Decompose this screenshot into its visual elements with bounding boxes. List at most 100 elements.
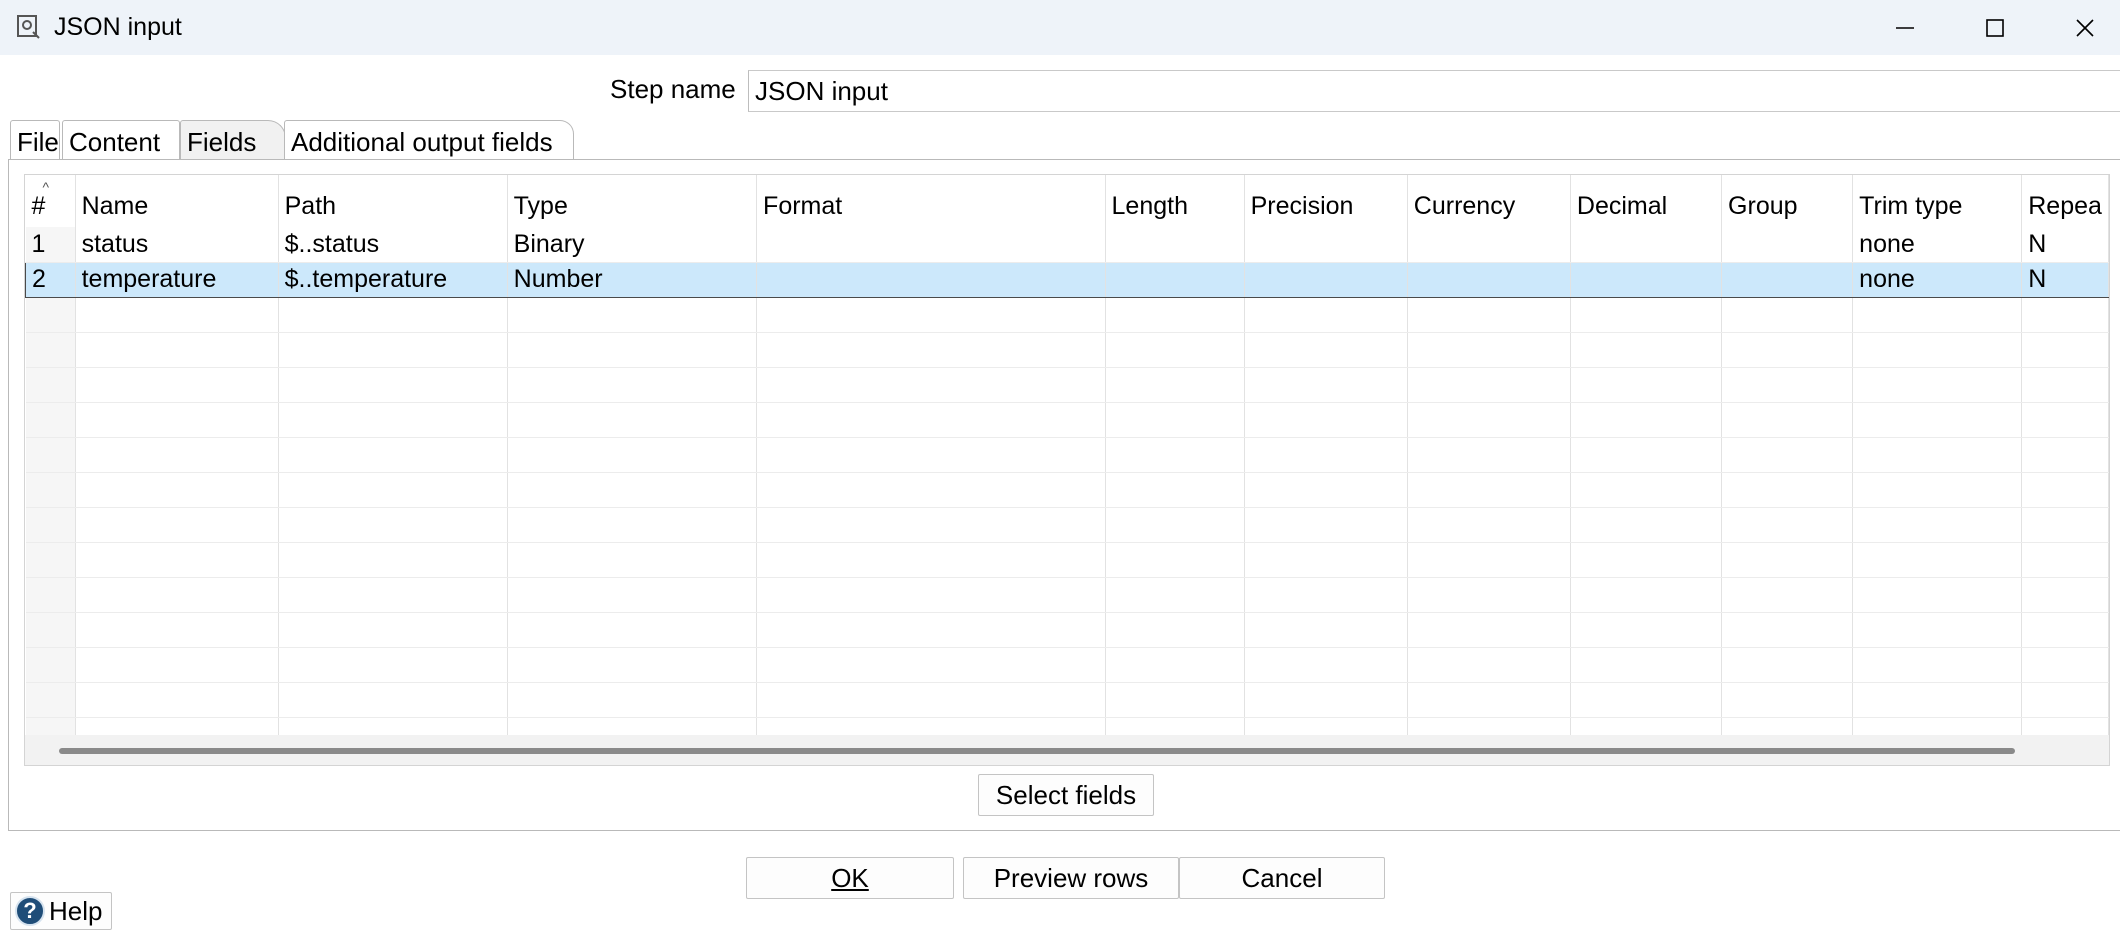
empty-cell[interactable] (1407, 507, 1571, 543)
empty-cell[interactable] (756, 507, 1106, 543)
empty-cell[interactable] (1570, 332, 1723, 368)
empty-cell[interactable] (1570, 647, 1723, 683)
empty-cell[interactable] (1105, 682, 1245, 718)
empty-cell[interactable] (2021, 472, 2109, 508)
tab-content[interactable]: Content (62, 120, 180, 160)
cell-format[interactable] (756, 261, 1106, 298)
empty-cell[interactable] (278, 682, 508, 718)
empty-table-row[interactable] (25, 682, 2109, 718)
empty-cell[interactable] (25, 332, 76, 368)
preview-rows-button[interactable]: Preview rows (963, 857, 1179, 899)
empty-cell[interactable] (1244, 647, 1408, 683)
scrollbar-thumb[interactable] (59, 748, 2015, 754)
empty-cell[interactable] (507, 577, 758, 613)
empty-cell[interactable] (75, 402, 279, 438)
empty-cell[interactable] (1244, 507, 1408, 543)
empty-cell[interactable] (1570, 367, 1723, 403)
empty-cell[interactable] (756, 297, 1106, 333)
empty-cell[interactable] (1852, 682, 2023, 718)
empty-cell[interactable] (1105, 647, 1245, 683)
empty-cell[interactable] (507, 437, 758, 473)
empty-cell[interactable] (1852, 542, 2023, 578)
empty-cell[interactable] (756, 647, 1106, 683)
empty-cell[interactable] (278, 577, 508, 613)
empty-cell[interactable] (1570, 297, 1723, 333)
empty-cell[interactable] (1852, 297, 2023, 333)
empty-table-row[interactable] (25, 332, 2109, 368)
empty-cell[interactable] (278, 297, 508, 333)
empty-cell[interactable] (75, 682, 279, 718)
empty-table-row[interactable] (25, 402, 2109, 438)
empty-table-row[interactable] (25, 647, 2109, 683)
empty-cell[interactable] (1407, 682, 1571, 718)
empty-cell[interactable] (507, 507, 758, 543)
empty-cell[interactable] (75, 542, 279, 578)
minimize-button[interactable] (1860, 0, 1950, 55)
empty-cell[interactable] (278, 507, 508, 543)
cell-group[interactable] (1721, 227, 1854, 263)
empty-cell[interactable] (2021, 507, 2109, 543)
empty-cell[interactable] (507, 332, 758, 368)
empty-cell[interactable] (2021, 542, 2109, 578)
empty-table-row[interactable] (25, 577, 2109, 613)
empty-cell[interactable] (1852, 332, 2023, 368)
empty-cell[interactable] (756, 577, 1106, 613)
column-header-name[interactable]: Name (75, 175, 279, 227)
cell-type[interactable]: Number (507, 261, 758, 298)
empty-cell[interactable] (278, 542, 508, 578)
empty-cell[interactable] (1407, 332, 1571, 368)
empty-cell[interactable] (1105, 542, 1245, 578)
maximize-button[interactable] (1950, 0, 2040, 55)
empty-cell[interactable] (75, 297, 279, 333)
empty-cell[interactable] (1570, 402, 1723, 438)
empty-cell[interactable] (1105, 367, 1245, 403)
empty-cell[interactable] (507, 402, 758, 438)
empty-cell[interactable] (1105, 437, 1245, 473)
empty-cell[interactable] (1105, 332, 1245, 368)
empty-cell[interactable] (25, 612, 76, 648)
column-header-number[interactable]: ^ # (25, 175, 76, 227)
empty-cell[interactable] (507, 542, 758, 578)
cell-format[interactable] (756, 227, 1106, 263)
empty-cell[interactable] (2021, 402, 2109, 438)
empty-cell[interactable] (1244, 682, 1408, 718)
empty-cell[interactable] (1721, 402, 1854, 438)
empty-cell[interactable] (1852, 367, 2023, 403)
cell-name[interactable]: status (75, 227, 279, 263)
empty-cell[interactable] (25, 577, 76, 613)
column-header-format[interactable]: Format (756, 175, 1106, 227)
empty-table-row[interactable] (25, 612, 2109, 648)
horizontal-scrollbar[interactable] (25, 735, 2109, 765)
step-name-input[interactable] (748, 70, 2120, 112)
empty-cell[interactable] (756, 682, 1106, 718)
empty-cell[interactable] (25, 647, 76, 683)
empty-cell[interactable] (1407, 437, 1571, 473)
column-header-length[interactable]: Length (1105, 175, 1245, 227)
empty-cell[interactable] (25, 682, 76, 718)
empty-cell[interactable] (75, 437, 279, 473)
cell-trim-type[interactable]: none (1852, 261, 2023, 298)
empty-cell[interactable] (1721, 507, 1854, 543)
empty-cell[interactable] (1244, 402, 1408, 438)
cancel-button[interactable]: Cancel (1179, 857, 1385, 899)
empty-cell[interactable] (1852, 472, 2023, 508)
empty-cell[interactable] (2021, 437, 2109, 473)
empty-cell[interactable] (75, 577, 279, 613)
empty-cell[interactable] (75, 647, 279, 683)
empty-cell[interactable] (756, 437, 1106, 473)
empty-cell[interactable] (75, 507, 279, 543)
column-header-precision[interactable]: Precision (1244, 175, 1408, 227)
empty-cell[interactable] (75, 472, 279, 508)
empty-cell[interactable] (278, 367, 508, 403)
empty-cell[interactable] (1721, 472, 1854, 508)
empty-cell[interactable] (1244, 332, 1408, 368)
tab-file[interactable]: File (10, 120, 60, 160)
empty-cell[interactable] (75, 612, 279, 648)
cell-precision[interactable] (1244, 261, 1408, 298)
empty-cell[interactable] (25, 542, 76, 578)
empty-cell[interactable] (1407, 297, 1571, 333)
empty-cell[interactable] (1721, 297, 1854, 333)
empty-cell[interactable] (1105, 402, 1245, 438)
empty-cell[interactable] (1105, 577, 1245, 613)
tab-fields[interactable]: Fields (180, 120, 286, 160)
